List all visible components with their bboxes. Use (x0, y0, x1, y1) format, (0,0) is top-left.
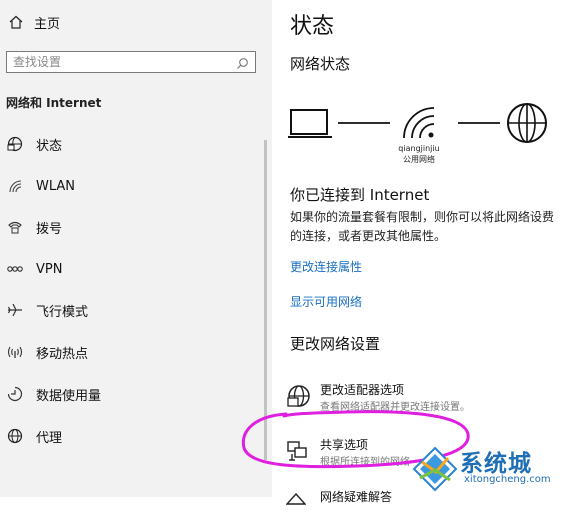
sidebar-item-wlan[interactable]: WLAN (0, 168, 262, 204)
sidebar-item-data-usage[interactable]: 数据使用量 (0, 376, 262, 412)
sidebar-item-label: 代理 (36, 430, 63, 446)
connection-description: 如果你的流量套餐有限制，则你可以将此网络设费的连接，或者更改其他属性。 (290, 210, 555, 243)
sidebar: 主页 网络和 Internet 状态 WLAN 拨号 VPN (0, 0, 272, 497)
sidebar-item-status[interactable]: 状态 (0, 126, 262, 162)
change-connection-properties-link[interactable]: 更改连接属性 (290, 258, 362, 275)
watermark-url: xitongcheng.com (464, 474, 551, 485)
wifi-icon (4, 176, 26, 196)
change-settings-title: 更改网络设置 (290, 335, 381, 353)
sidebar-item-label: 数据使用量 (36, 388, 102, 404)
network-type: 公用网络 (403, 155, 435, 164)
sidebar-item-label: 拨号 (36, 221, 63, 237)
sidebar-item-label: VPN (36, 261, 63, 277)
wifi-signal-icon (403, 107, 435, 139)
watermark-logo-icon (412, 446, 458, 492)
hotspot-icon (4, 342, 26, 362)
section-title: 网络和 Internet (6, 96, 102, 110)
status-icon (4, 134, 26, 154)
watermark: 系统城 xitongcheng.com (410, 440, 562, 497)
network-name: qiangjinjiu 公用网络 (394, 143, 444, 165)
warning-icon (285, 490, 307, 509)
sidebar-item-vpn[interactable]: VPN (0, 251, 262, 287)
data-usage-icon (4, 384, 26, 404)
vpn-icon (4, 259, 26, 279)
search-icon[interactable] (236, 55, 249, 74)
sidebar-item-proxy[interactable]: 代理 (0, 418, 262, 454)
sidebar-item-dialup[interactable]: 拨号 (0, 209, 262, 245)
search-box[interactable] (6, 51, 256, 73)
globe-icon (507, 103, 547, 143)
airplane-icon (4, 300, 26, 320)
page-title: 状态 (290, 14, 335, 39)
sidebar-item-label: 状态 (36, 138, 63, 154)
sidebar-item-airplane[interactable]: 飞行模式 (0, 292, 262, 328)
watermark-text: 系统城 (460, 451, 532, 477)
sidebar-item-label: WLAN (36, 178, 76, 194)
show-available-networks-link[interactable]: 显示可用网络 (290, 293, 362, 310)
sidebar-item-label: 移动热点 (36, 346, 89, 362)
network-status-title: 网络状态 (290, 55, 351, 73)
home-link[interactable]: 主页 (6, 12, 60, 32)
proxy-icon (4, 426, 26, 446)
home-label: 主页 (34, 16, 61, 32)
home-icon (6, 15, 26, 29)
dialup-icon (4, 217, 26, 237)
connection-status: 你已连接到 Internet (290, 186, 430, 204)
sidebar-item-hotspot[interactable]: 移动热点 (0, 334, 262, 370)
network-ssid: qiangjinjiu (398, 144, 440, 153)
search-input[interactable] (13, 54, 223, 70)
option-title: 更改适配器选项 (320, 383, 405, 397)
sidebar-item-label: 飞行模式 (36, 304, 89, 320)
laptop-icon (288, 109, 332, 138)
